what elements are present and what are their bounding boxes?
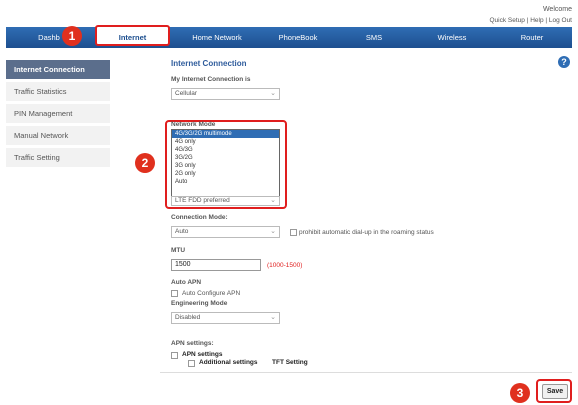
mtu-range-hint: (1000-1500) [267, 262, 303, 269]
auto-apn-label: Auto APN [171, 279, 202, 286]
welcome-text: Welcome [542, 6, 572, 13]
tft-setting-link[interactable]: TFT Setting [272, 359, 308, 366]
chevron-down-icon: ⌄ [270, 228, 276, 235]
engineering-mode-label: Engineering Mode [171, 300, 228, 307]
save-button[interactable]: Save [542, 384, 568, 399]
engineering-mode-select[interactable]: Disabled ⌄ [171, 312, 280, 324]
my-connection-select[interactable]: Cellular ⌄ [171, 88, 280, 100]
chevron-down-icon: ⌄ [270, 90, 276, 97]
mtu-label: MTU [171, 247, 186, 254]
top-links[interactable]: Quick Setup | Help | Log Out [489, 17, 572, 24]
network-mode-option[interactable]: 3G only [172, 162, 279, 170]
nav-home-network[interactable]: Home Network [174, 27, 260, 48]
nav-wireless[interactable]: Wireless [412, 27, 492, 48]
lte-preference-select[interactable]: LTE FDD preferred ⌄ [171, 196, 280, 206]
network-mode-option[interactable]: 4G/3G [172, 146, 279, 154]
sidebar-item-manual-network[interactable]: Manual Network [6, 126, 110, 146]
additional-settings-checkbox[interactable] [188, 360, 195, 367]
help-icon[interactable]: ? [558, 56, 570, 68]
apn-settings-toggle[interactable] [171, 352, 178, 359]
nav-sms[interactable]: SMS [336, 27, 412, 48]
network-mode-option[interactable]: 4G only [172, 138, 279, 146]
main-nav: Dashb Internet Home Network PhoneBook SM… [6, 25, 572, 48]
connection-mode-value: Auto [175, 228, 189, 235]
callout-badge-1: 1 [62, 26, 82, 46]
my-connection-label: My Internet Connection is [171, 76, 251, 83]
network-mode-list[interactable]: 4G/3G/2G multimode 4G only 4G/3G 3G/2G 3… [171, 129, 280, 200]
connection-mode-select[interactable]: Auto ⌄ [171, 226, 280, 238]
callout-badge-3: 3 [510, 383, 530, 403]
chevron-down-icon: ⌄ [270, 197, 276, 204]
network-mode-option[interactable]: Auto [172, 178, 279, 186]
network-mode-option[interactable]: 3G/2G [172, 154, 279, 162]
sidebar-item-internet-connection[interactable]: Internet Connection [6, 60, 110, 80]
mtu-input[interactable]: 1500 [171, 259, 261, 271]
apn-settings-sub-label: APN settings [182, 351, 223, 358]
auto-configure-apn-checkbox[interactable] [171, 290, 178, 297]
callout-badge-2: 2 [135, 153, 155, 173]
prohibit-dialup-checkbox[interactable] [290, 229, 297, 236]
nav-phonebook[interactable]: PhoneBook [260, 27, 336, 48]
network-mode-label: Network Mode [171, 121, 216, 128]
lte-preference-value: LTE FDD preferred [175, 197, 230, 204]
nav-router[interactable]: Router [492, 27, 572, 48]
divider [160, 372, 572, 373]
sidebar-item-traffic-statistics[interactable]: Traffic Statistics [6, 82, 110, 102]
nav-internet[interactable]: Internet [95, 25, 170, 46]
prohibit-dialup-label: prohibit automatic dial-up in the roamin… [299, 229, 434, 236]
page-title: Internet Connection [171, 59, 247, 68]
connection-mode-label: Connection Mode: [171, 214, 228, 221]
network-mode-option[interactable]: 4G/3G/2G multimode [172, 130, 279, 138]
my-connection-value: Cellular [175, 90, 198, 97]
chevron-down-icon: ⌄ [270, 314, 276, 321]
sidebar-item-traffic-setting[interactable]: Traffic Setting [6, 148, 110, 168]
additional-settings-label[interactable]: Additional settings [199, 359, 258, 366]
apn-settings-heading: APN settings: [171, 340, 214, 347]
engineering-mode-value: Disabled [175, 314, 201, 321]
network-mode-option[interactable]: 2G only [172, 170, 279, 178]
sidebar-item-pin-management[interactable]: PIN Management [6, 104, 110, 124]
auto-configure-apn-label: Auto Configure APN [182, 290, 241, 297]
